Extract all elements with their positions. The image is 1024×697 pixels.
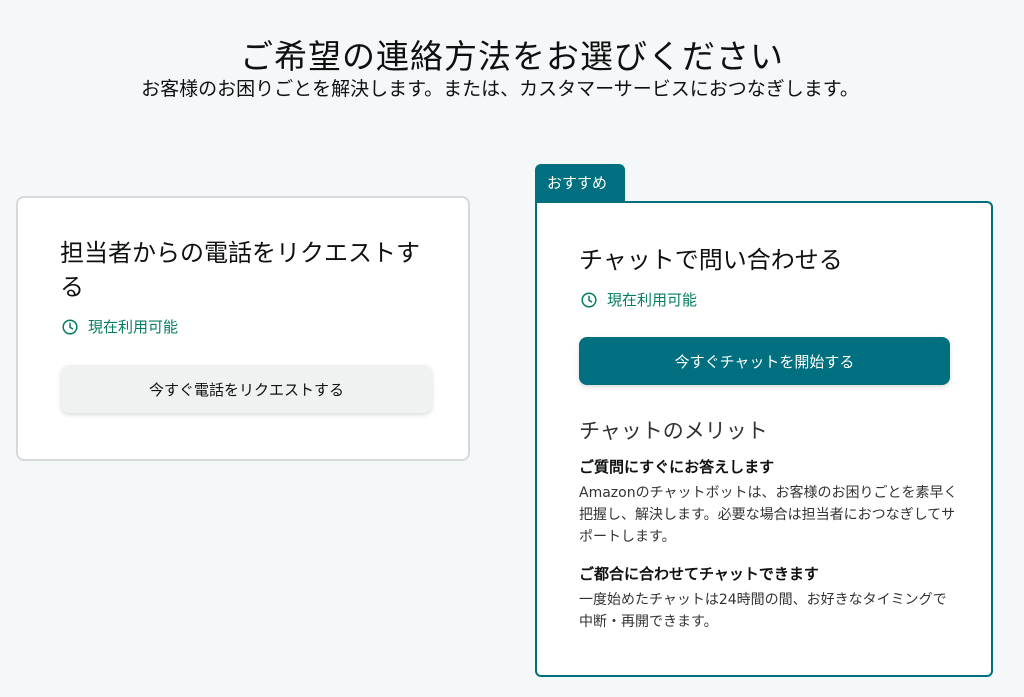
phone-availability-status: 現在利用可能: [62, 316, 178, 337]
benefit-title: ご質問にすぐにお答えします: [579, 458, 775, 476]
phone-card-title: 担当者からの電話をリクエストする: [60, 239, 420, 301]
phone-request-card: 担当者からの電話をリクエストする 現在利用可能 今すぐ電話をリクエストする: [16, 196, 470, 461]
request-call-button[interactable]: 今すぐ電話をリクエストする: [61, 365, 432, 413]
benefit-description: Amazonのチャットボットは、お客様のお困りごとを素早く把握し、解決します。必…: [579, 485, 958, 545]
page-title: ご希望の連絡方法をお選びください: [240, 37, 784, 77]
benefit-title: ご都合に合わせてチャットできます: [579, 565, 819, 583]
page-subtitle: お客様のお困りごとを解決します。または、カスタマーサービスにおつなぎします。: [141, 78, 859, 100]
chat-card: チャットで問い合わせる 現在利用可能 今すぐチャットを開始する チャットのメリッ…: [535, 201, 993, 677]
start-chat-button[interactable]: 今すぐチャットを開始する: [579, 337, 950, 385]
clock-icon: [581, 291, 597, 308]
benefit-description: 一度始めたチャットは24時間の間、お好きなタイミングで中断・再開できます。: [579, 592, 947, 630]
phone-availability-label: 現在利用可能: [88, 318, 179, 336]
chat-availability-status: 現在利用可能: [581, 289, 697, 310]
chat-card-title: チャットで問い合わせる: [579, 246, 843, 274]
chat-benefits-heading: チャットのメリット: [579, 419, 768, 443]
chat-availability-label: 現在利用可能: [607, 291, 698, 309]
clock-icon: [62, 318, 78, 335]
recommended-badge: おすすめ: [535, 164, 625, 202]
